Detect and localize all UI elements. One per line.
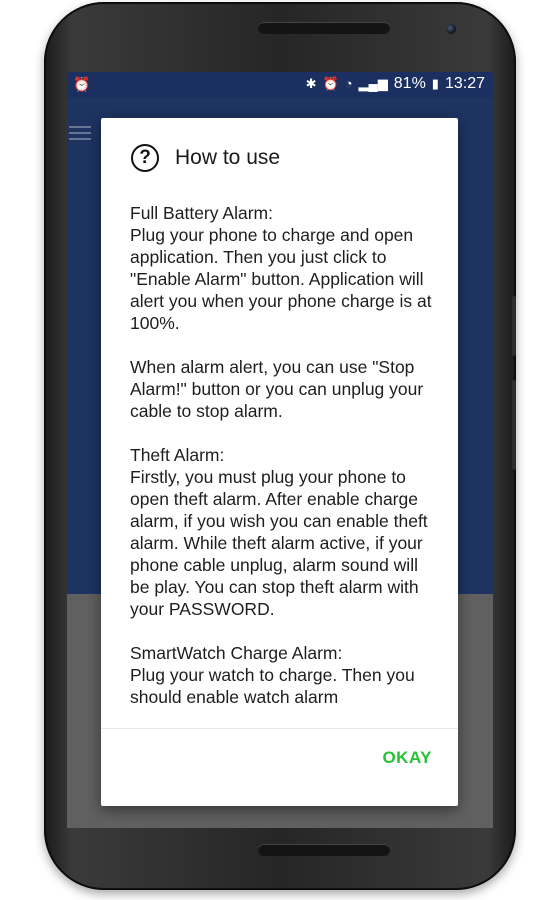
dialog-paragraph: When alarm alert, you can use "Stop Alar…	[130, 357, 424, 421]
status-bar: ⏰ ✱ ⏰ ◔ ▂▄▆ 81% ▮ 13:27	[67, 72, 493, 98]
signal-icon: ▂▄▆	[358, 76, 388, 91]
hamburger-menu-icon[interactable]	[69, 126, 91, 144]
dialog-title: How to use	[175, 146, 281, 169]
earpiece-speaker	[258, 22, 390, 34]
help-icon: ?	[131, 144, 159, 172]
battery-percent: 81%	[393, 75, 426, 92]
alarm-clock-icon: ⏰	[73, 76, 91, 92]
dialog-paragraph: Theft Alarm: Firstly, you must plug your…	[130, 445, 428, 619]
battery-icon: ▮	[431, 76, 439, 91]
bluetooth-icon: ✱	[305, 76, 317, 91]
status-icons: ✱ ⏰ ◔ ▂▄▆ 81% ▮ 13:27	[306, 75, 485, 93]
clock-time: 13:27	[444, 75, 485, 92]
dialog-divider	[101, 728, 458, 729]
power-button	[512, 296, 516, 356]
okay-button[interactable]: OKAY	[382, 748, 432, 768]
dialog-header: ? How to use	[131, 144, 280, 172]
wifi-icon: ◔	[344, 76, 353, 91]
dialog-paragraph: SmartWatch Charge Alarm: Plug your watch…	[130, 643, 415, 707]
alarm-clock-icon: ⏰	[322, 76, 339, 91]
volume-button	[512, 380, 516, 470]
front-camera-icon	[446, 24, 456, 34]
dialog-message[interactable]: Full Battery Alarm: Plug your phone to c…	[130, 202, 440, 726]
bottom-speaker	[258, 844, 390, 856]
how-to-use-dialog: ? How to use Full Battery Alarm: Plug yo…	[101, 118, 458, 806]
dialog-paragraph: Full Battery Alarm: Plug your phone to c…	[130, 203, 432, 333]
